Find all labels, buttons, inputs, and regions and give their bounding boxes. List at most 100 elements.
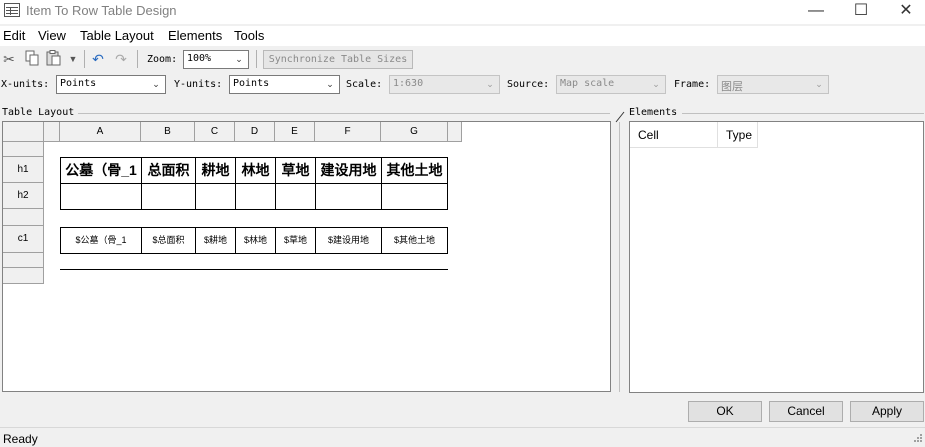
y-units-label: Y-units: (174, 79, 223, 90)
synchronize-table-sizes-button[interactable]: Synchronize Table Sizes (263, 50, 413, 69)
elements-column-type[interactable]: Type (718, 122, 758, 148)
table-cell-h2-f[interactable] (315, 183, 382, 210)
ok-button[interactable]: OK (688, 401, 762, 422)
grid-corner (3, 122, 44, 142)
frame-select[interactable]: 图层 ⌄ (717, 75, 829, 94)
table-cell-c1-a[interactable]: $公墓（骨_1 (60, 227, 142, 254)
table-cell-h2-b[interactable] (141, 183, 196, 210)
apply-button[interactable]: Apply (850, 401, 924, 422)
chevron-down-icon: ⌄ (235, 54, 243, 64)
chevron-down-icon: ⌄ (152, 79, 160, 89)
column-header-g[interactable]: G (381, 122, 448, 142)
group-divider (78, 113, 610, 114)
close-button[interactable]: ✕ (883, 0, 925, 24)
row-header-spacer (3, 142, 44, 157)
zoom-label: Zoom: (147, 54, 178, 65)
zoom-value: 100% (187, 53, 212, 64)
menu-bar: Edit View Table Layout Elements Tools (0, 26, 925, 46)
table-cell-h2-d[interactable] (235, 183, 276, 210)
cut-icon[interactable]: ✂ (0, 50, 18, 68)
app-table-icon (4, 3, 20, 17)
column-header-c[interactable]: C (195, 122, 235, 142)
table-cell-c1-b[interactable]: $总面积 (141, 227, 196, 254)
panel-splitter[interactable] (612, 110, 626, 395)
table-cell-h2-e[interactable] (275, 183, 316, 210)
paste-dropdown-icon[interactable]: ▼ (64, 50, 82, 68)
menu-elements[interactable]: Elements (168, 28, 222, 43)
table-cell-h1-f[interactable]: 建设用地 (315, 157, 382, 184)
grid-column-header-end (448, 122, 462, 142)
table-cell-h2-c[interactable] (195, 183, 236, 210)
column-header-f[interactable]: F (315, 122, 381, 142)
menu-tools[interactable]: Tools (234, 28, 264, 43)
paste-icon[interactable] (45, 50, 63, 68)
table-cell-c1-c[interactable]: $耕地 (195, 227, 236, 254)
table-cell-h2-g[interactable] (381, 183, 448, 210)
elements-column-cell[interactable]: Cell (630, 122, 718, 148)
window-title: Item To Row Table Design (26, 3, 177, 18)
source-select[interactable]: Map scale ⌄ (556, 75, 666, 94)
y-units-select[interactable]: Points ⌄ (229, 75, 340, 94)
table-cell-h1-c[interactable]: 耕地 (195, 157, 236, 184)
table-layout-grid[interactable]: A B C D E F G h1 h2 c1 公墓（骨_1 总面积 耕地 林地 … (2, 121, 611, 392)
table-bottom-line (60, 269, 448, 270)
row-header-h1[interactable]: h1 (3, 157, 44, 183)
scale-select[interactable]: 1:630 ⌄ (389, 75, 500, 94)
table-cell-h1-g[interactable]: 其他土地 (381, 157, 448, 184)
menu-edit[interactable]: Edit (3, 28, 25, 43)
title-bar: Item To Row Table Design — ☐ ✕ (0, 0, 925, 24)
frame-label: Frame: (674, 79, 711, 90)
column-header-e[interactable]: E (275, 122, 315, 142)
x-units-label: X-units: (1, 79, 50, 90)
toolbar: ✂ ▼ ↶ ↷ Zoom: 100% ⌄ (0, 47, 925, 71)
x-units-value: Points (60, 78, 97, 89)
row-header-c1[interactable]: c1 (3, 226, 44, 253)
table-cell-h1-d[interactable]: 林地 (235, 157, 276, 184)
table-layout-title: Table Layout (2, 107, 75, 118)
resize-grip-icon[interactable] (909, 432, 923, 444)
toolbar-separator (256, 50, 257, 68)
undo-icon[interactable]: ↶ (89, 50, 107, 68)
row-header-spacer (3, 209, 44, 226)
chevron-down-icon: ⌄ (486, 79, 494, 89)
column-header-d[interactable]: D (235, 122, 275, 142)
maximize-button[interactable]: ☐ (838, 0, 884, 24)
elements-title: Elements (629, 107, 678, 118)
zoom-select[interactable]: 100% ⌄ (183, 50, 249, 69)
table-cell-h1-b[interactable]: 总面积 (141, 157, 196, 184)
frame-value: 图层 (721, 81, 743, 93)
chevron-down-icon: ⌄ (326, 79, 334, 89)
grid-column-header-spacer (44, 122, 60, 142)
table-cell-h2-a[interactable] (60, 183, 142, 210)
redo-icon[interactable]: ↷ (112, 50, 130, 68)
cancel-button[interactable]: Cancel (769, 401, 843, 422)
scale-label: Scale: (346, 79, 383, 90)
column-header-b[interactable]: B (141, 122, 195, 142)
copy-icon[interactable] (23, 50, 41, 68)
table-cell-c1-g[interactable]: $其他土地 (381, 227, 448, 254)
table-cell-c1-f[interactable]: $建设用地 (315, 227, 382, 254)
column-header-a[interactable]: A (60, 122, 141, 142)
chevron-down-icon: ⌄ (815, 79, 823, 89)
row-header-h2[interactable]: h2 (3, 183, 44, 209)
status-text: Ready (3, 432, 38, 446)
menu-view[interactable]: View (38, 28, 66, 43)
status-divider (0, 427, 925, 428)
toolbar-separator (84, 50, 85, 68)
table-cell-h1-e[interactable]: 草地 (275, 157, 316, 184)
x-units-select[interactable]: Points ⌄ (56, 75, 166, 94)
y-units-value: Points (233, 78, 270, 89)
elements-list[interactable]: Cell Type (629, 121, 924, 393)
minimize-button[interactable]: — (793, 0, 839, 24)
chevron-down-icon: ⌄ (652, 79, 660, 89)
menu-table-layout[interactable]: Table Layout (80, 28, 154, 43)
group-divider (682, 113, 924, 114)
table-cell-h1-a[interactable]: 公墓（骨_1 (60, 157, 142, 184)
table-cell-c1-d[interactable]: $林地 (235, 227, 276, 254)
table-cell-c1-e[interactable]: $草地 (275, 227, 316, 254)
source-label: Source: (507, 79, 550, 90)
scale-value: 1:630 (393, 78, 424, 89)
row-header-spacer (3, 253, 44, 268)
row-header-spacer (3, 268, 44, 284)
source-value: Map scale (560, 78, 615, 89)
